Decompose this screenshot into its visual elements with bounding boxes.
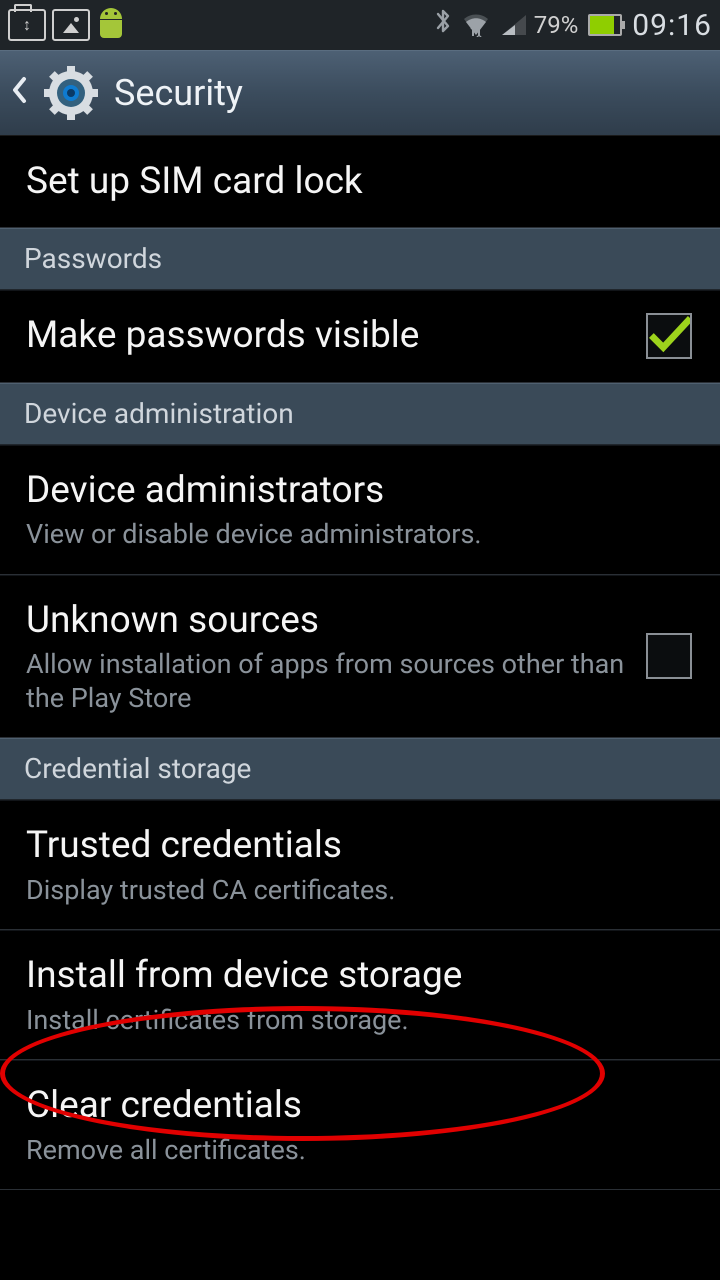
back-icon[interactable] [10, 72, 28, 114]
status-left: ↕ [8, 8, 126, 42]
bluetooth-icon [434, 6, 452, 44]
item-device-administrators[interactable]: Device administrators View or disable de… [0, 445, 720, 575]
item-subtitle: Display trusted CA certificates. [26, 874, 694, 908]
battery-icon [588, 14, 622, 36]
settings-icon [44, 66, 98, 120]
section-device-administration: Device administration [0, 383, 720, 445]
item-install-from-device-storage[interactable]: Install from device storage Install cert… [0, 930, 720, 1060]
item-subtitle: View or disable device administrators. [26, 518, 694, 552]
downloads-icon: ↕ [8, 9, 46, 41]
item-unknown-sources[interactable]: Unknown sources Allow installation of ap… [0, 575, 720, 739]
wifi-icon [462, 13, 490, 37]
item-title: Unknown sources [26, 598, 626, 644]
signal-icon [500, 13, 528, 37]
page-title: Security [114, 72, 243, 114]
action-bar[interactable]: Security [0, 50, 720, 136]
section-passwords: Passwords [0, 228, 720, 290]
item-title: Set up SIM card lock [26, 159, 694, 205]
item-title: Trusted credentials [26, 823, 694, 869]
item-make-passwords-visible[interactable]: Make passwords visible [0, 290, 720, 382]
item-title: Clear credentials [26, 1083, 694, 1129]
settings-list: Set up SIM card lock Passwords Make pass… [0, 136, 720, 1190]
status-clock: 09:16 [632, 8, 712, 43]
item-title: Make passwords visible [26, 313, 626, 359]
screenshot-icon [52, 9, 90, 41]
item-subtitle: Allow installation of apps from sources … [26, 648, 626, 716]
battery-percent: 79% [534, 11, 579, 39]
status-bar: ↕ [0, 0, 720, 50]
checkbox-passwords-visible[interactable] [646, 313, 692, 359]
checkbox-unknown-sources[interactable] [646, 633, 692, 679]
android-icon [96, 8, 126, 42]
section-credential-storage: Credential storage [0, 738, 720, 800]
item-subtitle: Install certificates from storage. [26, 1004, 694, 1038]
item-trusted-credentials[interactable]: Trusted credentials Display trusted CA c… [0, 800, 720, 930]
item-sim-card-lock[interactable]: Set up SIM card lock [0, 136, 720, 228]
item-title: Install from device storage [26, 953, 694, 999]
item-subtitle: Remove all certificates. [26, 1134, 694, 1168]
item-clear-credentials[interactable]: Clear credentials Remove all certificate… [0, 1060, 720, 1190]
item-title: Device administrators [26, 468, 694, 514]
status-right: 79% 09:16 [434, 6, 712, 44]
